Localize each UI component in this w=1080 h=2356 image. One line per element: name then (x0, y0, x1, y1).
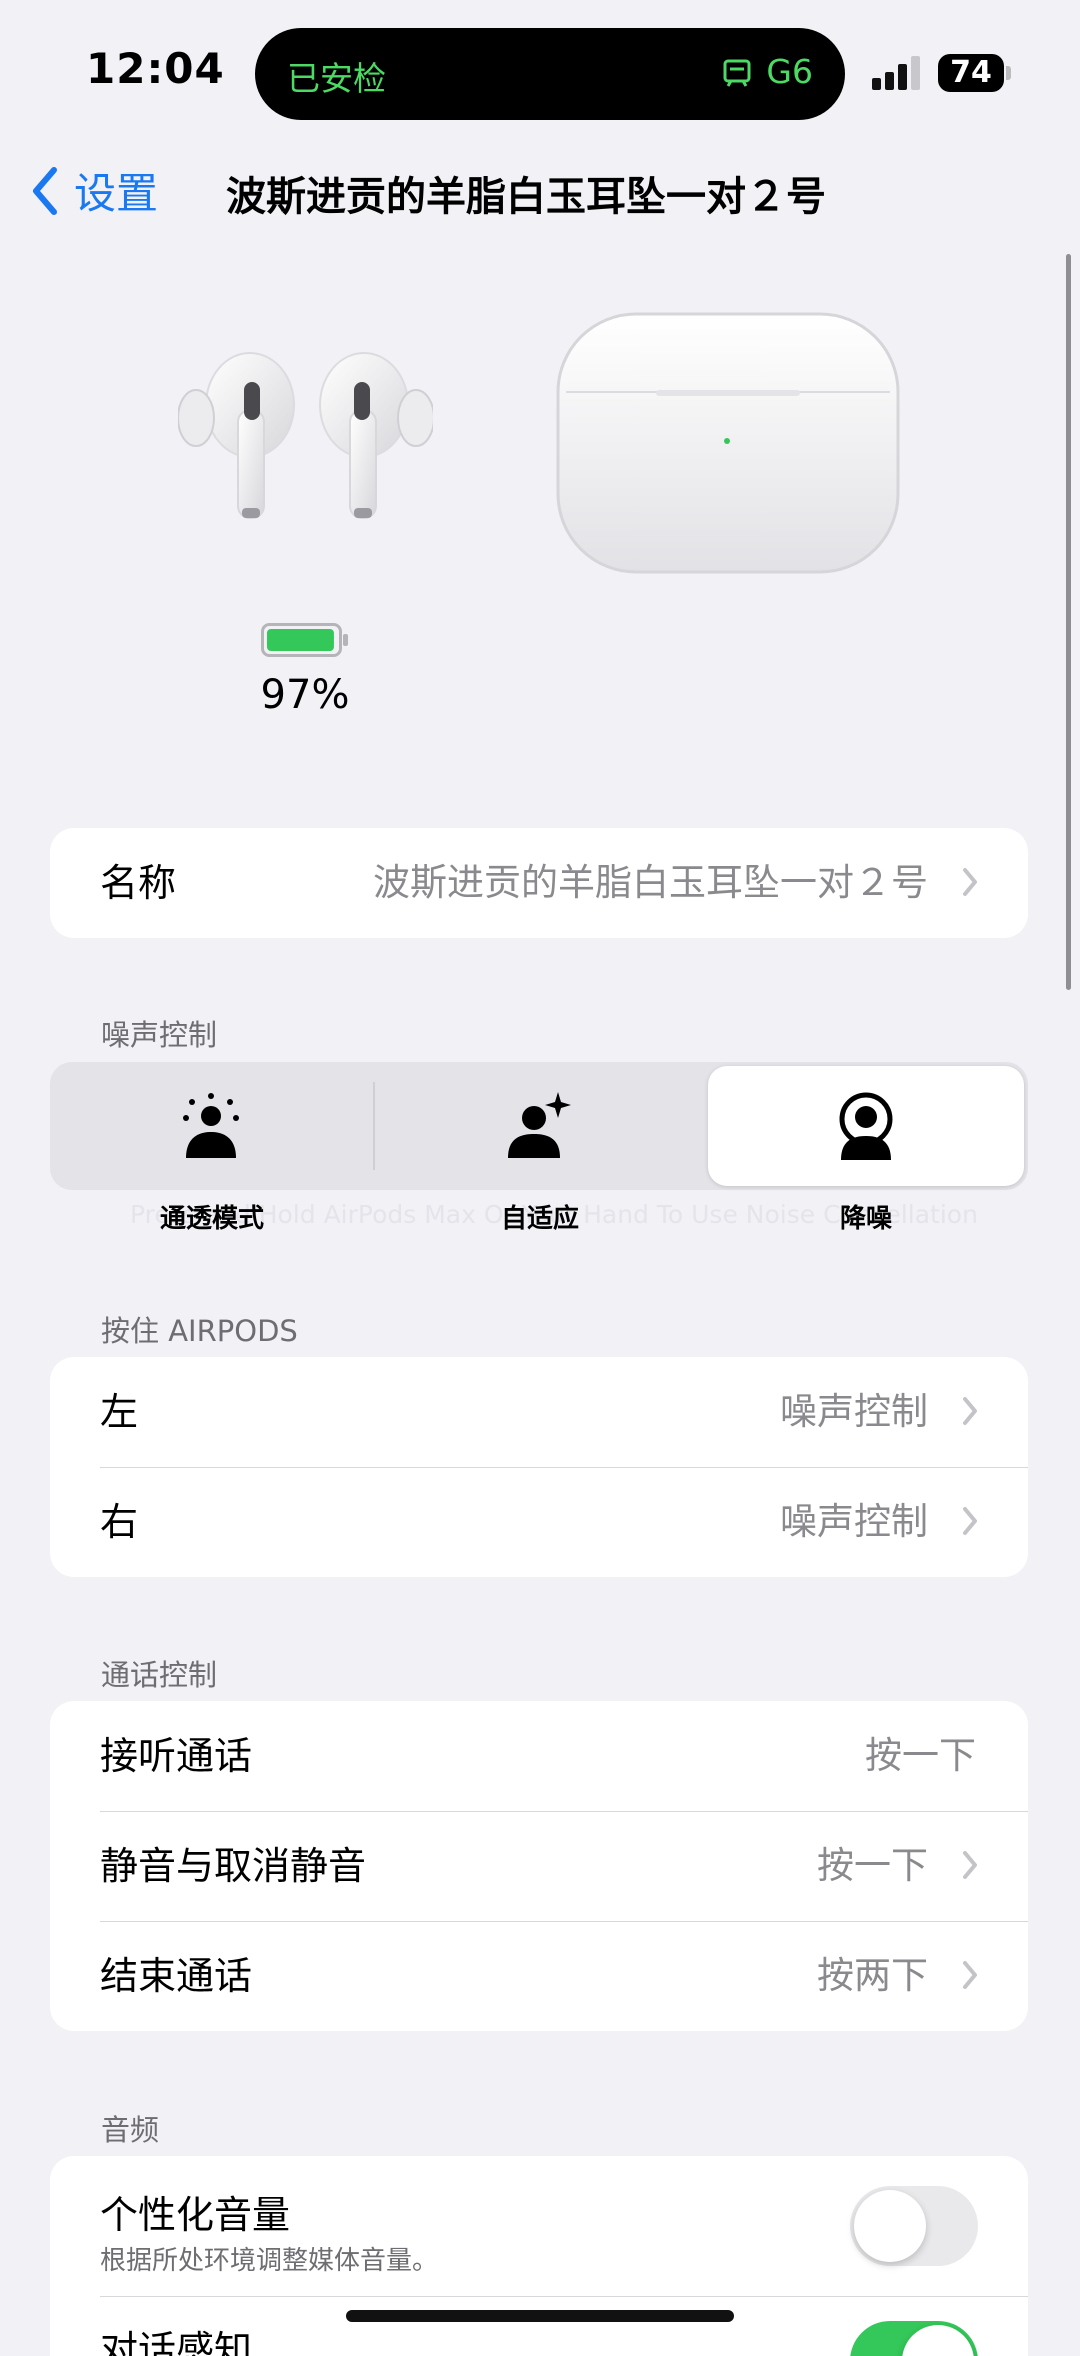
conversation-awareness-toggle[interactable] (850, 2321, 978, 2356)
island-train-info: G6 (722, 52, 813, 91)
segment-divider (373, 1082, 375, 1170)
personalized-volume-row: 个性化音量 根据所处环境调整媒体音量。 (50, 2156, 1028, 2296)
status-battery: 74 (938, 54, 1004, 92)
row-value: 按两下 (817, 1954, 928, 1997)
dynamic-island[interactable]: 已安检 G6 (255, 28, 845, 120)
row-value: 噪声控制 (780, 1500, 928, 1543)
row-label: 静音与取消静音 (100, 1844, 367, 1888)
back-label: 设置 (74, 169, 159, 218)
noise-control-segmented (50, 1062, 1028, 1190)
conversation-awareness-row: 对话感知 (100, 2296, 1028, 2356)
press-hold-left-row[interactable]: 左 噪声控制 (50, 1357, 1028, 1467)
end-call-row[interactable]: 结束通话 按两下 (50, 1921, 1028, 2031)
transparency-mode-icon[interactable] (176, 1092, 246, 1162)
battery-percent: 97% (260, 672, 350, 718)
press-hold-header: 按住 AIRPODS (101, 1314, 298, 1348)
battery-tip-icon (1006, 66, 1011, 80)
chevron-right-icon (963, 1397, 977, 1425)
battery-icon (261, 623, 348, 657)
chevron-right-icon (963, 1851, 977, 1879)
call-control-card: 接听通话 按一下 静音与取消静音 按一下 结束通话 按两下 (50, 1701, 1028, 2031)
home-indicator[interactable] (346, 2310, 734, 2322)
noise-control-header: 噪声控制 (101, 1018, 218, 1052)
page-title: 波斯进贡的羊脂白玉耳坠一对２号 (226, 174, 826, 220)
row-value: 噪声控制 (780, 1390, 928, 1433)
name-card: 名称 波斯进贡的羊脂白玉耳坠一对２号 (50, 828, 1028, 938)
personalized-volume-toggle[interactable] (850, 2186, 978, 2266)
audio-header: 音频 (101, 2113, 160, 2147)
personalized-volume-label: 个性化音量 (100, 2193, 291, 2237)
adaptive-mode-icon[interactable] (504, 1092, 574, 1162)
noise-cancellation-icon[interactable] (831, 1092, 901, 1162)
transparency-mode-label[interactable]: 通透模式 (112, 1198, 312, 1235)
row-value: 按一下 (817, 1844, 928, 1887)
adaptive-mode-label[interactable]: 自适应 (440, 1198, 640, 1235)
row-label: 右 (100, 1500, 139, 1544)
airpods-earbuds-image (178, 352, 433, 519)
name-row[interactable]: 名称 波斯进贡的羊脂白玉耳坠一对２号 (50, 828, 1028, 938)
noise-cancellation-label[interactable]: 降噪 (766, 1198, 966, 1235)
audio-card: 个性化音量 根据所处环境调整媒体音量。 对话感知 (50, 2156, 1028, 2356)
personalized-volume-sublabel: 根据所处环境调整媒体音量。 (100, 2246, 439, 2276)
call-control-header: 通话控制 (101, 1658, 218, 1692)
train-number: G6 (766, 52, 813, 91)
row-label: 结束通话 (100, 1954, 253, 1998)
cellular-signal-icon (872, 56, 920, 90)
back-button[interactable]: 设置 (30, 160, 158, 221)
answer-call-row: 接听通话 按一下 (50, 1701, 1028, 1811)
status-time: 12:04 (86, 44, 225, 93)
row-label: 接听通话 (100, 1734, 253, 1778)
chevron-left-icon (33, 166, 57, 215)
toggle-knob (854, 2190, 926, 2262)
row-label: 左 (100, 1390, 139, 1434)
scrollbar[interactable] (1066, 254, 1071, 990)
name-label: 名称 (100, 861, 177, 905)
mute-unmute-row[interactable]: 静音与取消静音 按一下 (50, 1811, 1028, 1921)
row-value: 按一下 (865, 1734, 976, 1777)
chevron-right-icon (963, 1961, 977, 1989)
airpods-case-image (556, 312, 900, 574)
name-value: 波斯进贡的羊脂白玉耳坠一对２号 (373, 861, 928, 904)
press-hold-right-row[interactable]: 右 噪声控制 (50, 1467, 1028, 1577)
conversation-awareness-label: 对话感知 (100, 2328, 253, 2356)
train-ticket-icon (723, 59, 751, 87)
chevron-right-icon (963, 1507, 977, 1535)
press-hold-card: 左 噪声控制 右 噪声控制 (50, 1357, 1028, 1577)
island-status-text: 已安检 (287, 59, 386, 98)
chevron-right-icon (963, 868, 977, 896)
